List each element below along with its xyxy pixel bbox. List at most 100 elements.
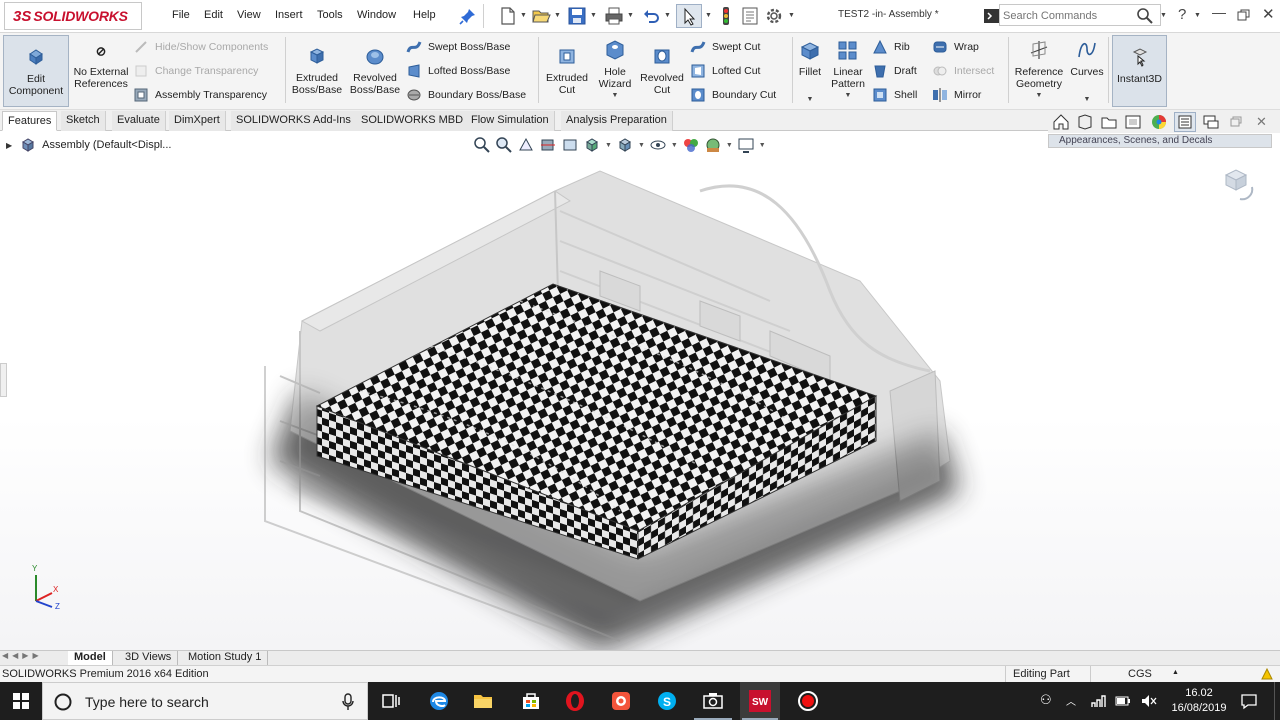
feature-tree-root[interactable]: ▶ Assembly (Default<Displ... <box>6 137 171 153</box>
panel-flyout-toggle[interactable] <box>0 363 7 397</box>
edit-appearance-icon[interactable] <box>682 136 700 154</box>
select-tool-button[interactable] <box>676 4 702 28</box>
view-settings-icon[interactable] <box>737 136 755 154</box>
show-desktop-button[interactable] <box>1274 682 1280 720</box>
chevron-down-icon[interactable]: ▼ <box>605 142 612 149</box>
zoom-to-fit-icon[interactable] <box>473 136 491 154</box>
edit-component-button[interactable]: Edit Component <box>3 35 69 107</box>
chevron-down-icon[interactable]: ▼ <box>638 142 645 149</box>
previous-view-icon[interactable] <box>517 136 535 154</box>
menu-window[interactable]: Window <box>357 9 396 21</box>
instant3d-button[interactable]: Instant3D <box>1112 35 1167 107</box>
view-palette-icon[interactable] <box>1124 113 1142 131</box>
menu-edit[interactable]: Edit <box>204 9 223 21</box>
design-library-icon[interactable] <box>1076 113 1094 131</box>
chevron-down-icon[interactable]: ▼ <box>1194 12 1201 19</box>
undo-icon[interactable] <box>641 6 661 26</box>
network-icon[interactable] <box>1090 693 1108 709</box>
pin-icon[interactable] <box>458 6 478 26</box>
chevron-down-icon[interactable]: ▼ <box>595 90 635 102</box>
chevron-down-icon[interactable]: ▼ <box>1012 90 1066 102</box>
task-view-icon[interactable] <box>380 690 402 712</box>
custom-properties-tab[interactable] <box>1174 112 1196 132</box>
tab-3d-views[interactable]: 3D Views <box>119 651 179 665</box>
chevron-down-icon[interactable]: ▼ <box>705 12 712 19</box>
tab-features[interactable]: Features <box>2 111 58 131</box>
unit-system-select[interactable]: CGS <box>1128 668 1152 680</box>
home-icon[interactable] <box>1052 113 1070 131</box>
swept-cut-button[interactable]: Swept Cut <box>690 38 760 56</box>
intersect-button[interactable]: Intersect <box>932 62 994 80</box>
camera-icon[interactable] <box>702 690 724 712</box>
revolved-boss-button[interactable]: Revolved Boss/Base <box>348 45 402 96</box>
new-document-icon[interactable] <box>498 6 518 26</box>
search-commands-box[interactable] <box>999 4 1161 26</box>
opera-icon[interactable] <box>564 690 586 712</box>
appearances-icon[interactable] <box>1150 113 1168 131</box>
extruded-cut-button[interactable]: Extruded Cut <box>542 45 592 96</box>
hide-show-components-button[interactable]: Hide/Show Components <box>133 38 268 56</box>
solidworks-logo[interactable]: 3S SOLIDWORKS <box>4 2 142 30</box>
no-external-references-button[interactable]: No External References <box>72 45 130 90</box>
zoom-to-area-icon[interactable] <box>495 136 513 154</box>
mirror-button[interactable]: Mirror <box>932 86 981 104</box>
chevron-down-icon[interactable]: ▼ <box>590 12 597 19</box>
skype-icon[interactable]: S <box>656 690 678 712</box>
menu-tools[interactable]: Tools <box>317 9 343 21</box>
file-properties-icon[interactable] <box>740 6 760 26</box>
restore-icon[interactable] <box>1237 9 1250 21</box>
linear-pattern-button[interactable]: Linear Pattern ▼ <box>828 39 868 102</box>
change-transparency-button[interactable]: Change Transparency <box>133 62 258 80</box>
chevron-down-icon[interactable]: ▼ <box>664 12 671 19</box>
recorder-taskbar-button[interactable] <box>788 682 828 720</box>
windows-start-icon[interactable] <box>13 693 29 709</box>
rib-button[interactable]: Rib <box>872 38 910 56</box>
action-center-icon[interactable] <box>1240 692 1258 710</box>
chevron-down-icon[interactable]: ▼ <box>554 12 561 19</box>
hole-wizard-button[interactable]: Hole Wizard ▼ <box>595 39 635 102</box>
boundary-boss-button[interactable]: Boundary Boss/Base <box>406 86 526 104</box>
menu-view[interactable]: View <box>237 9 261 21</box>
reference-geometry-button[interactable]: Reference Geometry ▼ <box>1012 39 1066 102</box>
tab-sketch[interactable]: Sketch <box>61 111 106 131</box>
tab-solidworks-mbd[interactable]: SOLIDWORKS MBD <box>356 111 470 131</box>
restore-pane-icon[interactable] <box>1230 116 1242 127</box>
hide-show-items-icon[interactable] <box>649 136 667 154</box>
view-orientation-icon[interactable] <box>583 136 601 154</box>
rebuild-status-icon[interactable] <box>1260 667 1274 681</box>
minimize-icon[interactable]: — <box>1212 4 1226 20</box>
show-hidden-icons-chevron[interactable]: ︿ <box>1066 693 1076 708</box>
tab-flow-simulation[interactable]: Flow Simulation <box>466 111 555 131</box>
chevron-up-icon[interactable]: ▲ <box>1172 669 1179 676</box>
menu-help[interactable]: Help <box>413 9 436 21</box>
tab-model[interactable]: Model <box>68 651 113 665</box>
tab-motion-study-1[interactable]: Motion Study 1 <box>182 651 269 665</box>
menu-insert[interactable]: Insert <box>275 9 303 21</box>
tab-scroll-arrows-icon[interactable]: ◀◀▶▶ <box>2 651 43 660</box>
chevron-down-icon[interactable]: ▼ <box>671 142 678 149</box>
print-icon[interactable] <box>604 6 624 26</box>
battery-icon[interactable] <box>1114 693 1132 709</box>
extruded-boss-button[interactable]: Extruded Boss/Base <box>290 45 344 96</box>
shell-button[interactable]: Shell <box>872 86 917 104</box>
chevron-down-icon[interactable]: ▼ <box>726 142 733 149</box>
gear-icon[interactable] <box>764 6 784 26</box>
swept-boss-button[interactable]: Swept Boss/Base <box>406 38 510 56</box>
wrap-button[interactable]: Wrap <box>932 38 979 56</box>
expand-arrow-icon[interactable]: ▶ <box>6 141 12 150</box>
dynamic-annotation-icon[interactable] <box>561 136 579 154</box>
taskbar-search-box[interactable]: Type here to search <box>42 682 368 720</box>
fillet-button[interactable]: Fillet ▼ <box>796 39 824 106</box>
graphics-area[interactable]: Y X Z <box>0 131 1280 650</box>
tab-solidworks-addins[interactable]: SOLIDWORKS Add-Ins <box>231 111 357 131</box>
chevron-down-icon[interactable]: ▼ <box>520 12 527 19</box>
bed-model-3d-view[interactable]: Y X Z <box>0 131 1280 650</box>
lofted-boss-button[interactable]: Lofted Boss/Base <box>406 62 510 80</box>
store-icon[interactable] <box>520 690 542 712</box>
search-commands-input[interactable] <box>1003 8 1133 23</box>
chevron-down-icon[interactable]: ▼ <box>1160 12 1167 19</box>
revolved-cut-button[interactable]: Revolved Cut <box>638 45 686 96</box>
search-icon[interactable] <box>1136 7 1154 25</box>
draft-button[interactable]: Draft <box>872 62 917 80</box>
system-clock[interactable]: 16.02 16/08/2019 <box>1168 686 1230 716</box>
